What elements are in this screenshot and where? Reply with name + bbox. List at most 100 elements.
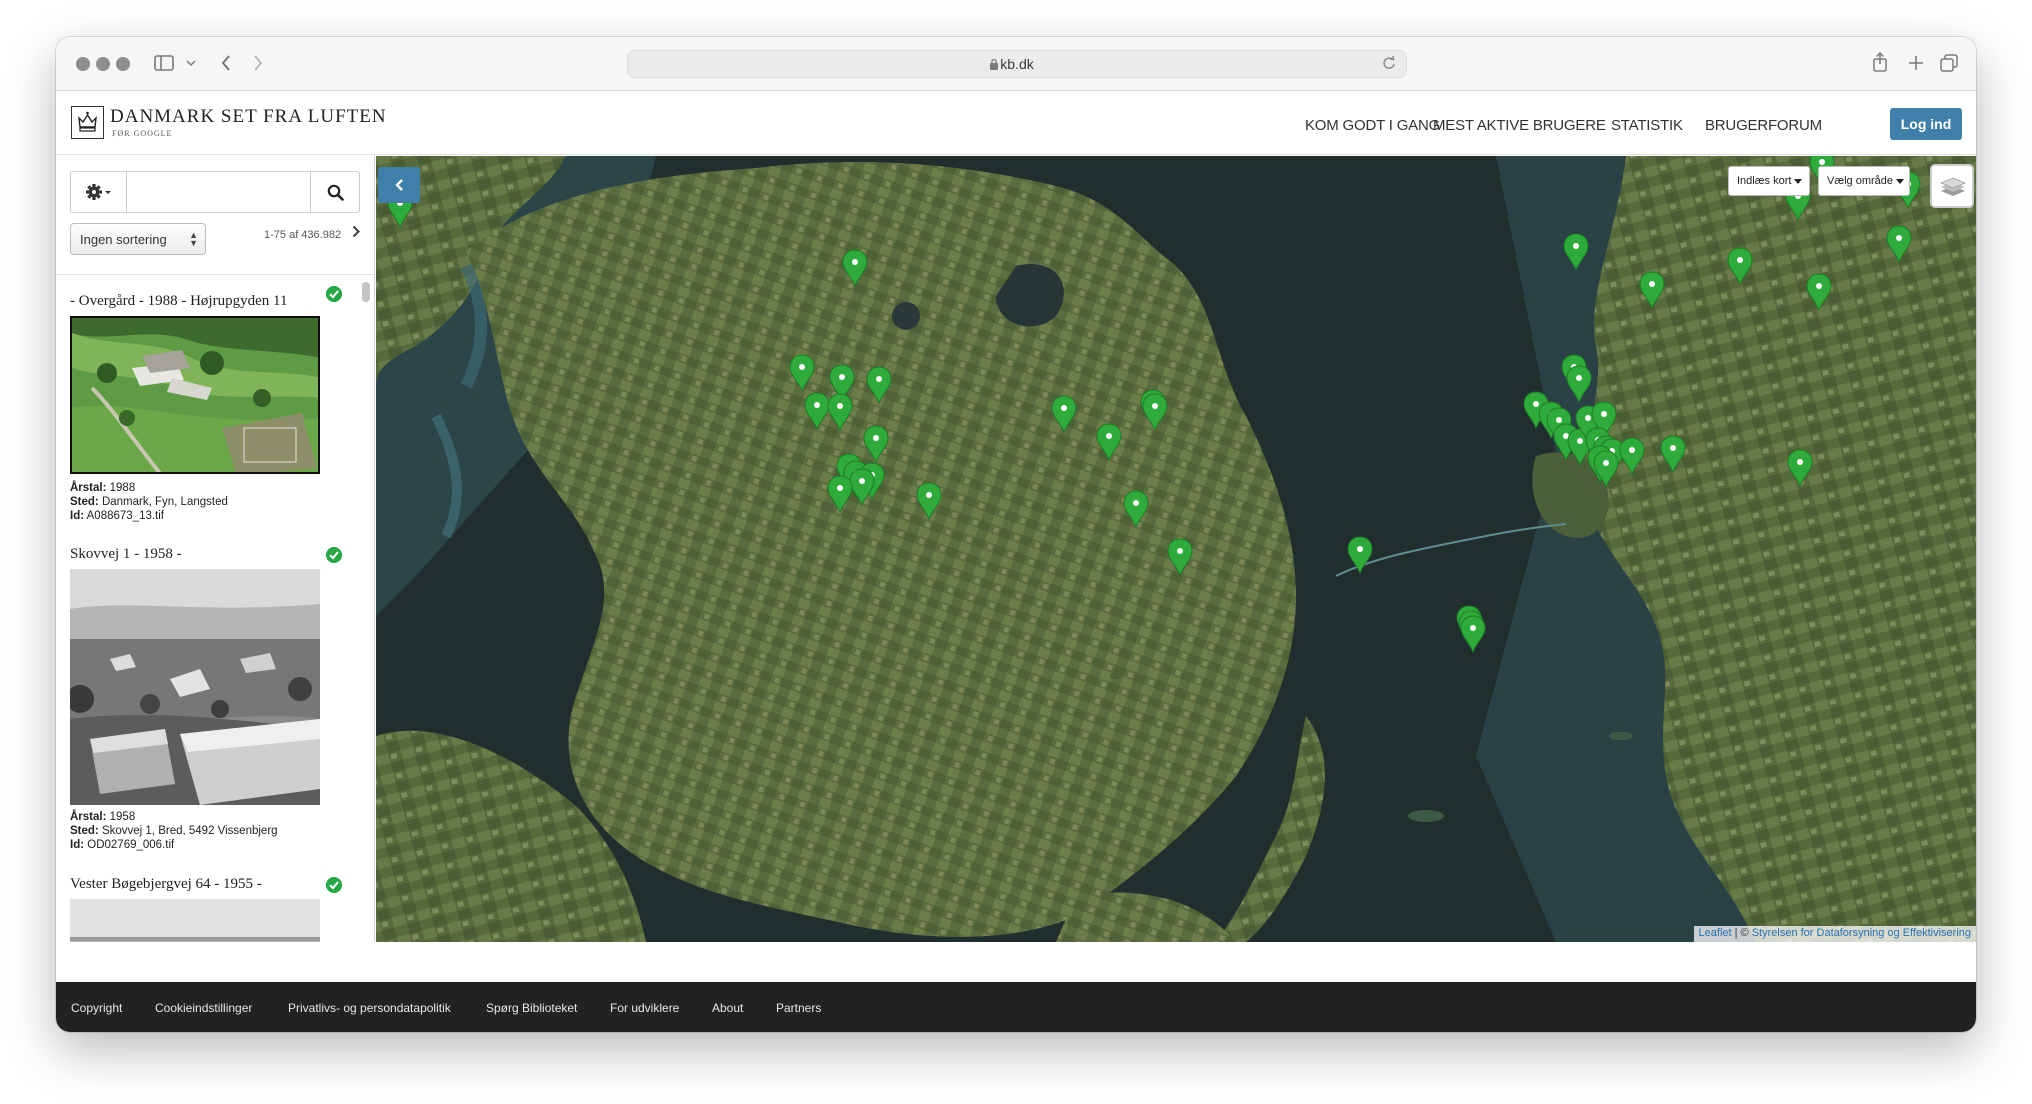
minimize-window-button[interactable] bbox=[96, 57, 110, 71]
result-item-photo[interactable] bbox=[70, 569, 320, 805]
result-item-title[interactable]: Skovvej 1 - 1958 - bbox=[70, 546, 182, 563]
forward-arrow-icon[interactable] bbox=[252, 54, 264, 72]
map-marker[interactable] bbox=[1639, 271, 1665, 310]
footer-link-ask-library[interactable]: Spørg Biblioteket bbox=[486, 1001, 577, 1015]
site-footer: Copyright Cookieindstillinger Privatlivs… bbox=[56, 982, 1976, 1032]
map-marker[interactable] bbox=[1167, 538, 1193, 577]
login-button[interactable]: Log ind bbox=[1890, 108, 1962, 140]
site-title[interactable]: DANMARK SET FRA LUFTEN bbox=[110, 106, 387, 128]
map-marker[interactable] bbox=[1787, 449, 1813, 488]
map-marker[interactable] bbox=[1593, 450, 1619, 489]
map-marker[interactable] bbox=[1727, 247, 1753, 286]
map-marker[interactable] bbox=[1566, 365, 1592, 404]
nav-statistik[interactable]: STATISTIK bbox=[1611, 117, 1683, 134]
verified-check-icon bbox=[326, 286, 342, 302]
sidebar-toggle-icon[interactable] bbox=[154, 54, 174, 72]
results-scrollbar[interactable] bbox=[362, 282, 370, 302]
reload-icon[interactable] bbox=[1382, 55, 1396, 71]
map-marker[interactable] bbox=[1886, 225, 1912, 264]
year-label: Årstal: bbox=[70, 482, 107, 494]
search-button[interactable] bbox=[310, 172, 359, 212]
chevron-right-icon bbox=[352, 225, 361, 238]
footer-link-about[interactable]: About bbox=[712, 1001, 743, 1015]
map-marker[interactable] bbox=[863, 425, 889, 464]
nav-mest-aktive-brugere[interactable]: MEST AKTIVE BRUGERE bbox=[1433, 117, 1606, 134]
id-label: Id: bbox=[70, 839, 85, 851]
chevron-left-icon bbox=[395, 179, 403, 191]
id-value: OD02769_006.tif bbox=[87, 839, 175, 851]
list-divider bbox=[56, 274, 374, 275]
back-arrow-icon[interactable] bbox=[220, 54, 232, 72]
nav-brugerforum[interactable]: BRUGERFORUM bbox=[1705, 117, 1822, 134]
map-marker[interactable] bbox=[849, 468, 875, 507]
result-item-photo[interactable] bbox=[70, 899, 320, 942]
sort-select[interactable]: Ingen sortering ▲ ▼ bbox=[70, 223, 206, 255]
site-subtitle: FØR GOOGLE bbox=[112, 129, 173, 138]
map-marker[interactable] bbox=[827, 393, 853, 432]
result-item-title[interactable]: Vester Bøgebjergvej 64 - 1955 - bbox=[70, 876, 262, 893]
caret-down-icon bbox=[1794, 179, 1803, 184]
map-marker[interactable] bbox=[1123, 490, 1149, 529]
data-source-link[interactable]: Styrelsen for Dataforsyning og Effektivi… bbox=[1752, 927, 1971, 939]
chevron-down-icon[interactable] bbox=[186, 59, 196, 67]
map-marker[interactable] bbox=[1563, 233, 1589, 272]
map-marker[interactable] bbox=[1660, 435, 1686, 474]
leaflet-link[interactable]: Leaflet bbox=[1699, 927, 1732, 939]
search-settings-button[interactable] bbox=[71, 172, 127, 212]
place-value: Danmark, Fyn, Langsted bbox=[101, 496, 228, 508]
url-text: kb.dk bbox=[1000, 56, 1034, 72]
year-value: 1988 bbox=[109, 482, 136, 494]
result-item-metadata: Årstal: 1958 Sted: Skovvej 1, Bred, 5492… bbox=[70, 810, 278, 852]
share-icon[interactable] bbox=[1872, 52, 1888, 72]
map-markers bbox=[387, 156, 1921, 654]
map-marker[interactable] bbox=[1051, 395, 1077, 434]
map-marker[interactable] bbox=[1460, 615, 1486, 654]
footer-link-cookies[interactable]: Cookieindstillinger bbox=[155, 1001, 252, 1015]
footer-link-copyright[interactable]: Copyright bbox=[71, 1001, 122, 1015]
year-label: Årstal: bbox=[70, 811, 107, 823]
new-tab-icon[interactable] bbox=[1908, 55, 1924, 71]
place-label: Sted: bbox=[70, 825, 99, 837]
search-icon bbox=[327, 184, 344, 201]
id-label: Id: bbox=[70, 510, 85, 522]
collapse-sidebar-button[interactable] bbox=[378, 167, 420, 203]
address-bar[interactable]: kb.dk bbox=[627, 50, 1407, 78]
map-marker[interactable] bbox=[1096, 423, 1122, 462]
tab-overview-icon[interactable] bbox=[1940, 54, 1958, 72]
choose-area-label: Vælg område bbox=[1827, 175, 1894, 187]
id-value: A088673_13.tif bbox=[86, 510, 164, 522]
map-marker[interactable] bbox=[1619, 437, 1645, 476]
footer-link-privacy[interactable]: Privatlivs- og persondatapolitik bbox=[288, 1001, 451, 1015]
layers-button[interactable] bbox=[1930, 164, 1974, 208]
nav-kom-godt-i-gang[interactable]: KOM GODT I GANG bbox=[1305, 117, 1440, 134]
map-marker[interactable] bbox=[827, 475, 853, 514]
zoom-window-button[interactable] bbox=[116, 57, 130, 71]
map-marker[interactable] bbox=[789, 354, 815, 393]
year-value: 1958 bbox=[109, 811, 136, 823]
results-sidebar: Ingen sortering ▲ ▼ 1-75 af 436.982 - Ove… bbox=[56, 156, 375, 942]
map-marker[interactable] bbox=[916, 482, 942, 521]
map-marker[interactable] bbox=[1806, 273, 1832, 312]
result-item-title[interactable]: - Overgård - 1988 - Højrupgyden 11 bbox=[70, 293, 287, 310]
sort-select-value: Ingen sortering bbox=[80, 232, 167, 247]
close-window-button[interactable] bbox=[76, 57, 90, 71]
place-value: Skovvej 1, Bred, 5492 Vissenbjerg bbox=[101, 825, 278, 837]
crown-logo-icon[interactable] bbox=[71, 106, 104, 139]
verified-check-icon bbox=[326, 877, 342, 893]
footer-link-partners[interactable]: Partners bbox=[776, 1001, 821, 1015]
footer-link-developers[interactable]: For udviklere bbox=[610, 1001, 679, 1015]
map-marker[interactable] bbox=[866, 366, 892, 405]
browser-toolbar: kb.dk bbox=[56, 37, 1976, 91]
place-label: Sted: bbox=[70, 496, 99, 508]
search-input[interactable] bbox=[128, 172, 312, 212]
map-marker[interactable] bbox=[1347, 536, 1373, 575]
choose-area-dropdown[interactable]: Vælg område bbox=[1818, 166, 1910, 196]
next-page-button[interactable] bbox=[352, 225, 361, 241]
result-item-photo[interactable] bbox=[70, 316, 320, 474]
map-view[interactable]: Indlæs kort Vælg område + − bbox=[376, 156, 1976, 942]
load-map-dropdown[interactable]: Indlæs kort bbox=[1728, 166, 1810, 196]
map-marker[interactable] bbox=[842, 249, 868, 288]
map-marker[interactable] bbox=[804, 392, 830, 431]
map-marker[interactable] bbox=[1142, 393, 1168, 432]
result-count: 1-75 af 436.982 bbox=[264, 229, 342, 241]
